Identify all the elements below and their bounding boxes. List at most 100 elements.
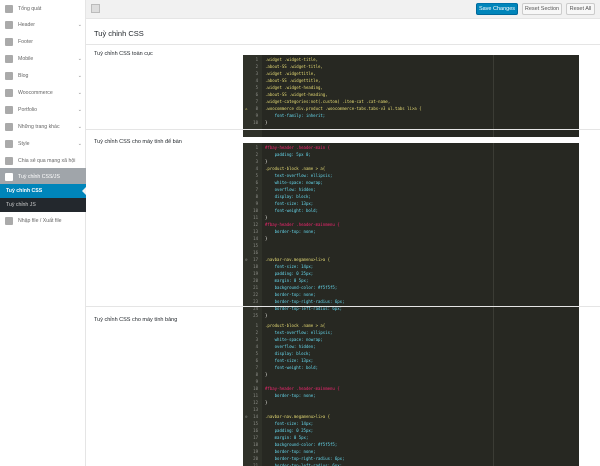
code-text: .about-SS .widget-title, bbox=[265, 64, 323, 69]
code-line: 2 text-overflow: ellipsis; bbox=[243, 329, 579, 336]
menu-icon bbox=[5, 156, 13, 165]
code-line: 16 padding: 0 25px; bbox=[243, 427, 579, 434]
sidebar-item[interactable]: Mobile ⌄ bbox=[0, 50, 86, 67]
line-number: 4 bbox=[255, 166, 258, 171]
line-number: 14 bbox=[253, 414, 258, 419]
code-line: 12 #fbay-header .header-mainmenu { bbox=[243, 221, 579, 228]
settings-icon bbox=[5, 4, 13, 13]
chevron-down-icon[interactable]: ⌄ bbox=[78, 73, 82, 79]
reset-icon[interactable] bbox=[91, 4, 100, 13]
chevron-down-icon[interactable]: ⌄ bbox=[78, 56, 82, 62]
sidebar-item[interactable]: Portfolio ⌄ bbox=[0, 101, 86, 118]
line-number: 10 bbox=[253, 208, 258, 213]
line-number: 10 bbox=[253, 386, 258, 391]
sidebar-item[interactable]: Chia sẻ qua mạng xã hội bbox=[0, 152, 86, 169]
divider bbox=[86, 306, 600, 307]
code-text: .about-SS .widget-heading, bbox=[265, 92, 328, 97]
save-changes-button[interactable]: Save Changes bbox=[476, 3, 518, 15]
css-editor-desktop[interactable]: 1 #fbay-header .header-main {2 padding: 5… bbox=[243, 143, 579, 323]
chevron-down-icon[interactable]: ⌄ bbox=[78, 90, 82, 96]
code-line: 1 #fbay-header .header-main { bbox=[243, 144, 579, 151]
sidebar-item-label: Tuỳ chỉnh CSS/JS bbox=[18, 173, 60, 180]
code-line: 6 font-size: 13px; bbox=[243, 357, 579, 364]
chevron-down-icon[interactable]: ⌄ bbox=[78, 141, 82, 147]
css-editor-global[interactable]: 1 .widget .widget-title, 2 .about-SS .widge… bbox=[243, 55, 579, 137]
sidebar-item-label: Những trang khác bbox=[18, 123, 60, 130]
line-number: 11 bbox=[253, 215, 258, 220]
code-text: border-top: none; bbox=[265, 449, 316, 454]
menu-icon bbox=[5, 139, 13, 148]
admin-sidebar: Tổng quát Header ⌄ Footer Mobile ⌄ Blog ⌄ Wooco… bbox=[0, 0, 86, 466]
line-number: 1 bbox=[255, 323, 258, 328]
reset-section-button[interactable]: Reset Section bbox=[522, 3, 562, 15]
code-line: ⚠ 8 .woocommerce div.product .woocommerce-… bbox=[243, 105, 579, 112]
code-text: padding: 0 25px; bbox=[265, 271, 314, 276]
code-line: 23 border-top-right-radius: 6px; bbox=[243, 298, 579, 305]
reset-all-button[interactable]: Reset All bbox=[566, 3, 595, 15]
code-text: padding: 5px 0; bbox=[265, 152, 311, 157]
line-number: 14 bbox=[253, 236, 258, 241]
code-line: ⊙ 17 .navbar-nav.megamenu>li>a { bbox=[243, 256, 579, 263]
code-text: .navbar-nav.megamenu>li>a { bbox=[265, 414, 331, 419]
code-line: 4 .product-block .name > a{ bbox=[243, 165, 579, 172]
sidebar-item-label: Style bbox=[18, 140, 30, 147]
code-line: 9 bbox=[243, 378, 579, 385]
sidebar-item-custom-css-js[interactable]: Tuỳ chỉnh CSS/JS bbox=[0, 168, 86, 185]
menu-icon bbox=[5, 54, 13, 63]
sidebar-subitem-custom-css[interactable]: Tuỳ chỉnh CSS bbox=[0, 184, 86, 198]
code-text: font-weight: bold; bbox=[265, 208, 318, 213]
code-text: border-top-right-radius: 6px; bbox=[265, 299, 345, 304]
import-export-icon bbox=[5, 216, 13, 225]
sidebar-item[interactable]: Header ⌄ bbox=[0, 16, 86, 33]
line-number: 5 bbox=[255, 173, 258, 178]
code-line: 4 .about-SS .widgettitle, bbox=[243, 77, 579, 84]
css-editor-tablet[interactable]: 1 .product-block .name > a{2 text-overflo… bbox=[243, 321, 579, 466]
line-number: 17 bbox=[253, 435, 258, 440]
sidebar-item-overview[interactable]: Tổng quát bbox=[0, 0, 86, 17]
code-line: 20 border-top-right-radius: 6px; bbox=[243, 455, 579, 462]
code-line: 3} bbox=[243, 158, 579, 165]
code-text: border-top: none; bbox=[265, 393, 316, 398]
code-line: 10 font-weight: bold; bbox=[243, 207, 579, 214]
code-line: 4 overflow: hidden; bbox=[243, 343, 579, 350]
code-text: } bbox=[265, 159, 268, 164]
code-text: padding: 0 25px; bbox=[265, 428, 314, 433]
code-line: 7 .widget-categories:not(.custom) .item-c… bbox=[243, 98, 579, 105]
line-number: 7 bbox=[255, 365, 258, 370]
line-number: 19 bbox=[253, 271, 258, 276]
chevron-down-icon[interactable]: ⌄ bbox=[78, 124, 82, 130]
sidebar-item-label: Blog bbox=[18, 72, 29, 79]
line-number: 21 bbox=[253, 285, 258, 290]
code-line: 2 .about-SS .widget-title, bbox=[243, 63, 579, 70]
line-number: 15 bbox=[253, 243, 258, 248]
code-text: text-overflow: ellipsis; bbox=[265, 330, 333, 335]
code-icon bbox=[5, 172, 13, 181]
line-number: 16 bbox=[253, 250, 258, 255]
sidebar-item[interactable]: Woocommerce ⌄ bbox=[0, 84, 86, 101]
line-number: 9 bbox=[255, 201, 258, 206]
code-text: font-family: inherit; bbox=[265, 113, 326, 118]
chevron-down-icon[interactable]: ⌄ bbox=[78, 107, 82, 113]
line-number: 8 bbox=[255, 194, 258, 199]
code-text: font-weight: bold; bbox=[265, 365, 318, 370]
code-line: 10 #fbay-header .header-mainmenu { bbox=[243, 385, 579, 392]
chevron-down-icon[interactable]: ⌄ bbox=[78, 22, 82, 28]
code-text: border-top-left-radius: 6px; bbox=[265, 463, 343, 466]
sidebar-subitem-custom-js[interactable]: Tuỳ chỉnh JS bbox=[0, 198, 86, 212]
line-number: 6 bbox=[255, 92, 258, 97]
line-number: 10 bbox=[253, 120, 258, 125]
code-line: 18 background-color: #f5f5f5; bbox=[243, 441, 579, 448]
sidebar-item-import-export[interactable]: Nhập file / Xuất file bbox=[0, 212, 86, 229]
code-text: .widget-categories:not(.custom) .item-ca… bbox=[265, 99, 391, 104]
code-line: 15 font-size: 14px; bbox=[243, 420, 579, 427]
sidebar-item[interactable]: Những trang khác ⌄ bbox=[0, 118, 86, 135]
line-number: 5 bbox=[255, 351, 258, 356]
sidebar-item[interactable]: Footer bbox=[0, 33, 86, 50]
code-line: 5 text-overflow: ellipsis; bbox=[243, 172, 579, 179]
code-text: .product-block .name > a{ bbox=[265, 323, 326, 328]
sidebar-item-label: Footer bbox=[18, 38, 33, 45]
sidebar-item[interactable]: Style ⌄ bbox=[0, 135, 86, 152]
code-line: 3 .widget .widgettitle, bbox=[243, 70, 579, 77]
sidebar-item[interactable]: Blog ⌄ bbox=[0, 67, 86, 84]
menu-icon bbox=[5, 122, 13, 131]
